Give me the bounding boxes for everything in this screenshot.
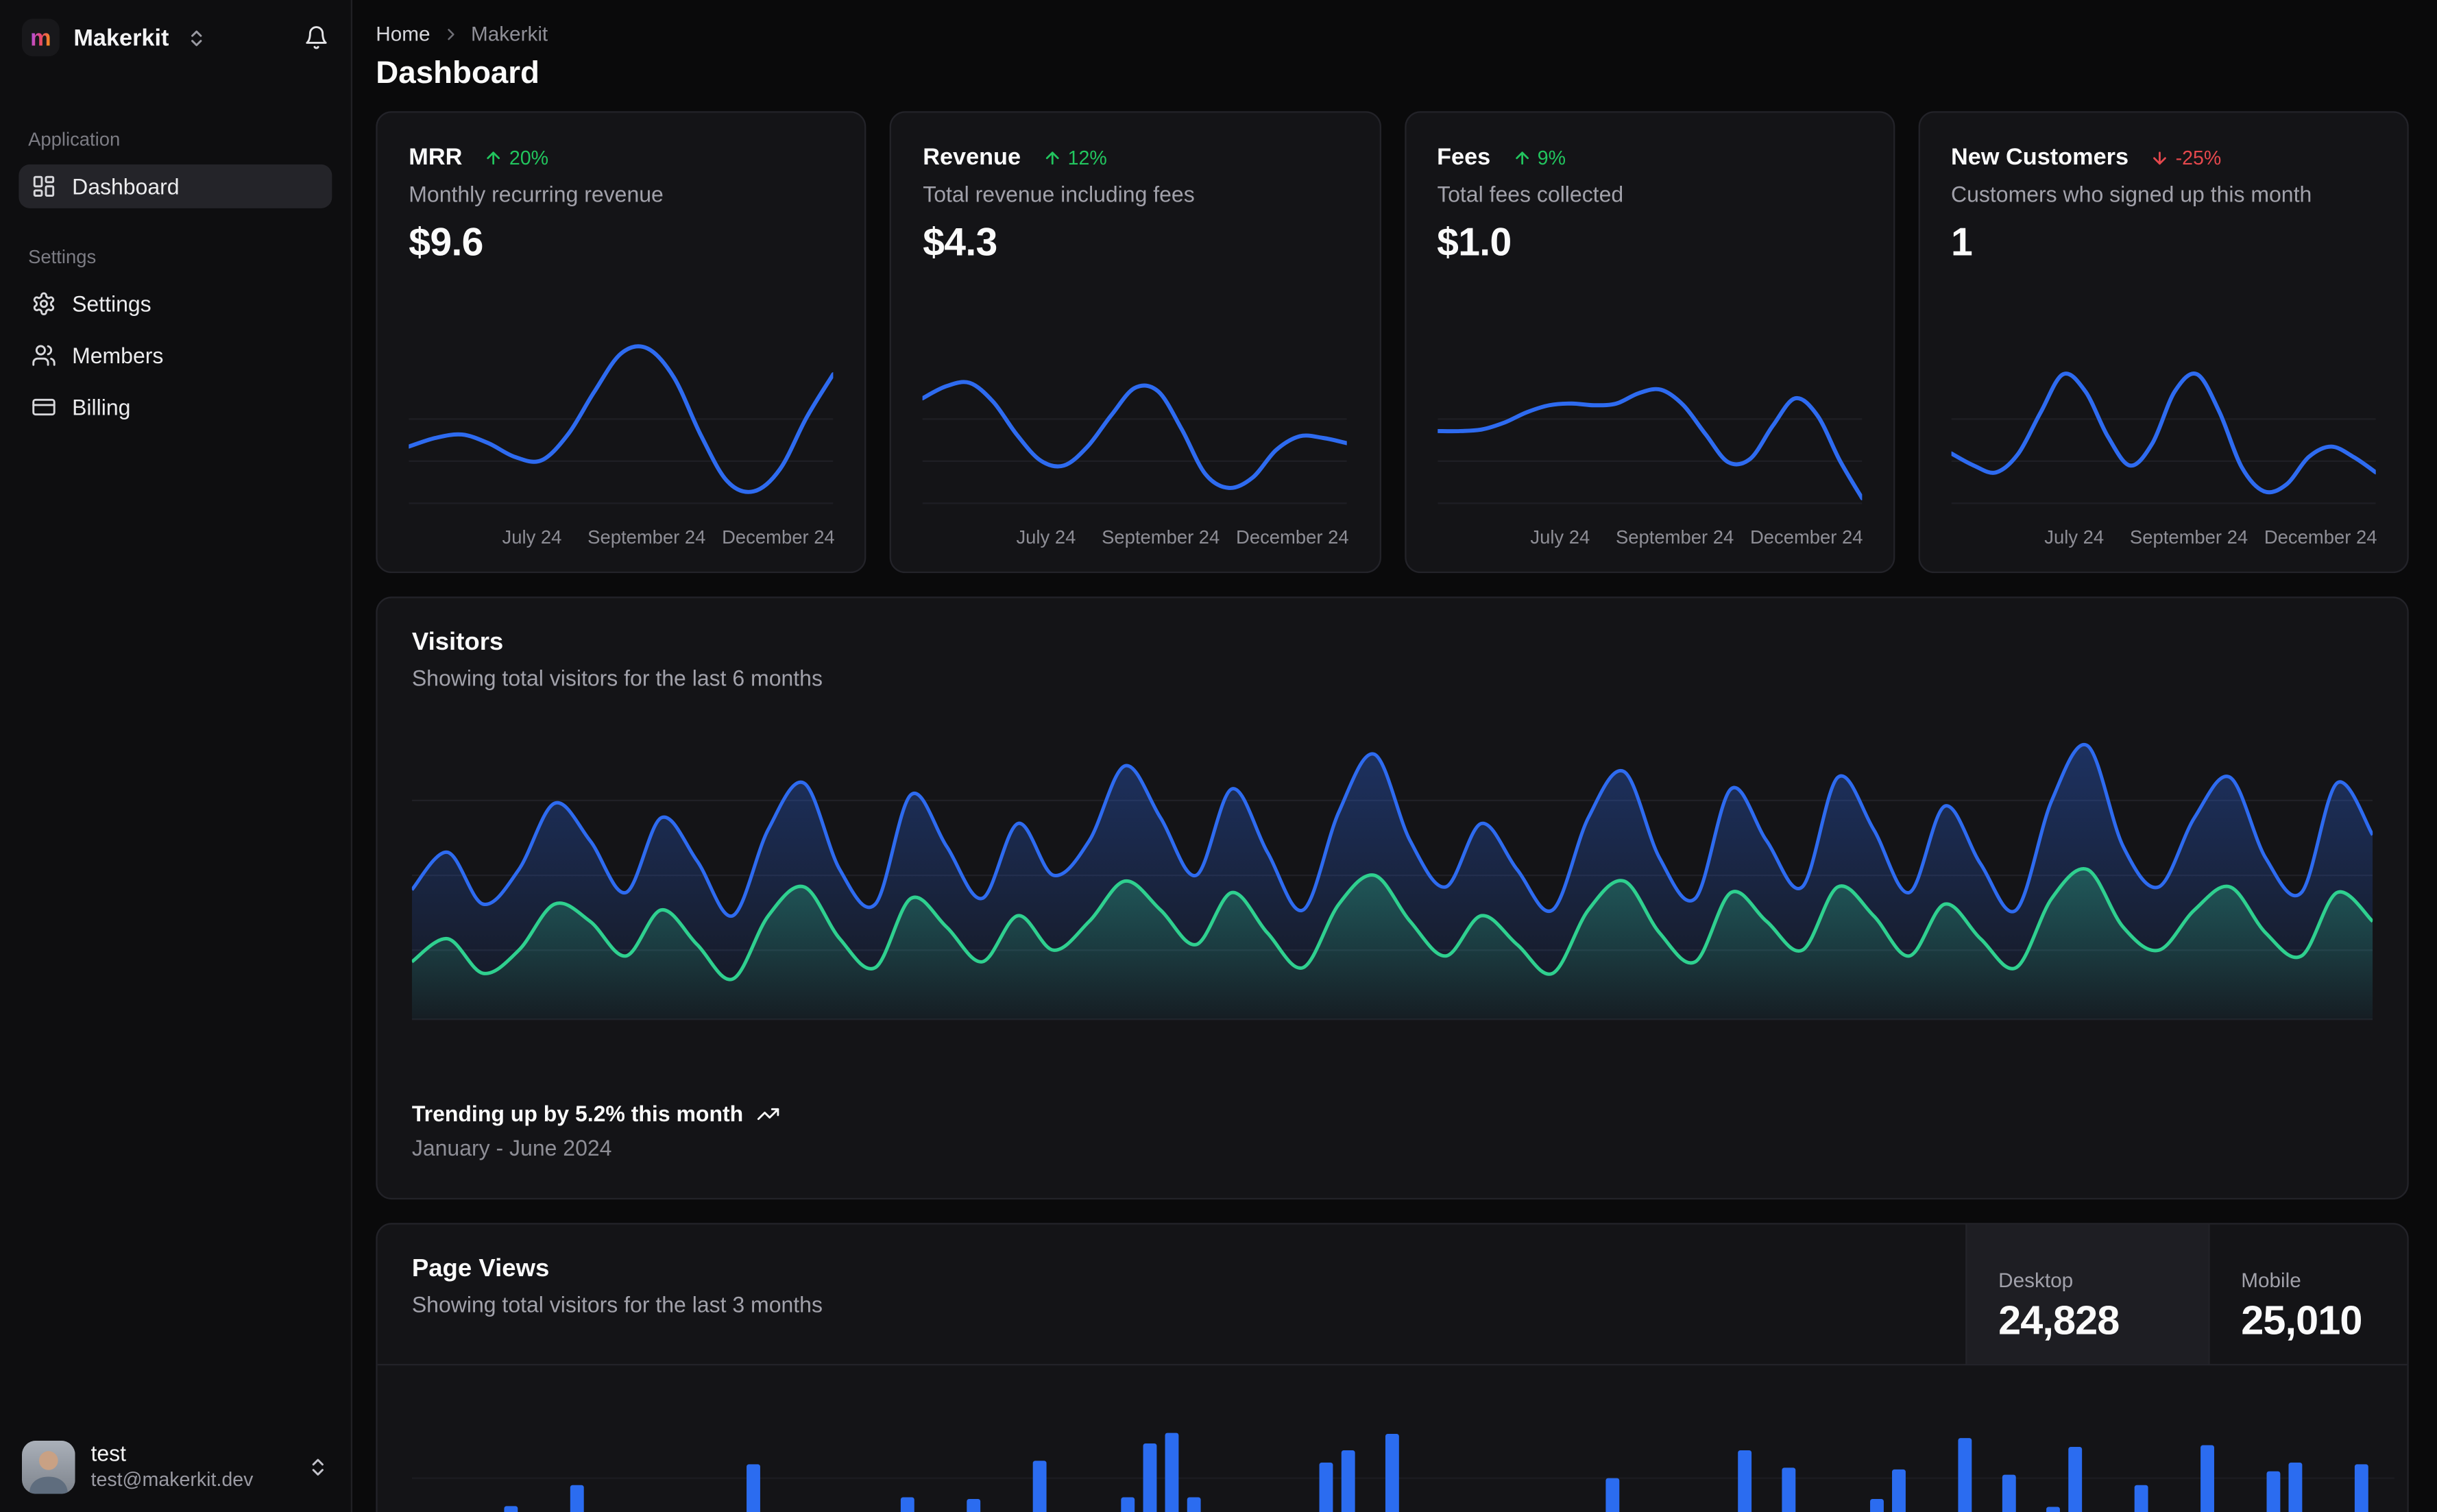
x-axis-tick: December 24: [722, 526, 835, 548]
mrr-sparkline-chart: July 24 September 24 December 24: [409, 330, 835, 550]
page-views-title: Page Views: [411, 1256, 550, 1283]
sidebar-item-dashboard[interactable]: Dashboard: [19, 164, 332, 208]
makerkit-dashboard-app: m Makerkit Application Dashboard Setting…: [0, 0, 2437, 1512]
x-axis-tick: December 24: [1749, 526, 1863, 548]
stat-value: $1.0: [1437, 221, 1512, 265]
sidebar-nav: Application Dashboard Settings Settings: [19, 128, 332, 437]
stat-description: Monthly recurring revenue: [409, 182, 664, 207]
x-axis-tick: September 24: [2129, 526, 2248, 548]
visitors-period: January - June 2024: [411, 1135, 612, 1160]
sidebar-item-settings[interactable]: Settings: [19, 282, 332, 326]
users-icon: [32, 343, 57, 368]
x-axis-tick: September 24: [587, 526, 706, 548]
stat-value: 25,010: [2241, 1295, 2362, 1343]
stat-label: Desktop: [1998, 1267, 2074, 1291]
stat-delta-badge: -25%: [2150, 147, 2221, 169]
workspace-row: m Makerkit: [19, 16, 332, 57]
sidebar-item-label: Settings: [72, 291, 151, 317]
fees-sparkline-chart: July 24 September 24 December 24: [1437, 330, 1863, 550]
user-info: test test@makerkit.dev: [91, 1441, 254, 1493]
arrow-down-icon: [2150, 148, 2169, 167]
avatar: [21, 1440, 75, 1494]
desktop-stat-toggle[interactable]: Desktop 24,828: [1965, 1224, 2209, 1364]
mobile-stat-toggle[interactable]: Mobile 25,010: [2208, 1224, 2407, 1364]
breadcrumb-home-link[interactable]: Home: [376, 22, 430, 45]
stat-delta-badge: 9%: [1512, 147, 1566, 169]
page-views-bar-chart: [411, 1385, 2395, 1512]
stat-title: MRR: [409, 144, 463, 171]
stat-value: $4.3: [923, 221, 997, 265]
arrow-up-icon: [1512, 148, 1531, 167]
x-axis-tick: July 24: [1530, 526, 1590, 548]
x-axis-tick: September 24: [1616, 526, 1734, 548]
page-views-subtitle: Showing total visitors for the last 3 mo…: [411, 1291, 823, 1317]
user-name: test: [90, 1441, 127, 1467]
stat-card-fees: Fees 9% Total fees collected $1.0 July 2…: [1404, 111, 1895, 574]
section-label: Application: [28, 128, 121, 151]
visitors-title: Visitors: [411, 629, 504, 657]
stat-value: 24,828: [1998, 1295, 2120, 1343]
revenue-sparkline-chart: July 24 September 24 December 24: [923, 330, 1349, 550]
stat-title: Fees: [1437, 144, 1491, 171]
nav-section-application: Application Dashboard: [19, 128, 332, 208]
nav-section-settings: Settings Settings Members Billing: [19, 246, 332, 429]
visitors-trend: Trending up by 5.2% this month: [412, 1101, 2373, 1126]
stat-value: $9.6: [409, 221, 483, 265]
sidebar-item-billing[interactable]: Billing: [19, 385, 332, 429]
x-axis-tick: December 24: [2264, 526, 2377, 548]
chevron-right-icon: [441, 24, 460, 42]
chevrons-up-down-icon[interactable]: [186, 27, 207, 48]
stat-card-new-customers: New Customers -25% Customers who signed …: [1918, 111, 2409, 574]
stat-label: Mobile: [2241, 1267, 2301, 1291]
trending-up-icon: [755, 1101, 779, 1125]
stat-value: 1: [1951, 221, 1973, 265]
stat-card-mrr: MRR 20% Monthly recurring revenue $9.6 J…: [376, 111, 866, 574]
page-views-card: Page Views Showing total visitors for th…: [376, 1223, 2409, 1512]
chevrons-up-down-icon: [307, 1456, 329, 1478]
breadcrumb-current: Makerkit: [470, 21, 548, 46]
bell-icon[interactable]: [304, 25, 329, 51]
x-axis-tick: July 24: [502, 526, 562, 548]
stat-description: Total revenue including fees: [923, 182, 1195, 207]
stat-description: Total fees collected: [1437, 182, 1624, 207]
arrow-up-icon: [484, 148, 502, 167]
stat-delta-badge: 12%: [1043, 147, 1107, 169]
new-customers-sparkline-chart: July 24 September 24 December 24: [1951, 330, 2377, 550]
stat-delta-badge: 20%: [484, 147, 548, 169]
sidebar: m Makerkit Application Dashboard Setting…: [0, 0, 353, 1512]
stat-title: New Customers: [1951, 144, 2129, 171]
arrow-up-icon: [1043, 148, 1061, 167]
x-axis-tick: July 24: [2044, 526, 2105, 548]
main-content: Home Makerkit Dashboard MRR 20% Monthly …: [352, 0, 2437, 1512]
visitors-subtitle: Showing total visitors for the last 6 mo…: [411, 665, 823, 691]
stat-title: Revenue: [923, 144, 1021, 171]
gear-icon: [32, 291, 57, 317]
workspace-name[interactable]: Makerkit: [73, 24, 169, 51]
credit-card-icon: [32, 395, 57, 420]
x-axis-tick: July 24: [1016, 526, 1076, 548]
section-label: Settings: [28, 245, 97, 268]
dashboard-icon: [32, 174, 57, 199]
breadcrumb: Home Makerkit: [376, 22, 2408, 45]
user-email: test@makerkit.dev: [90, 1468, 254, 1491]
user-menu[interactable]: test test@makerkit.dev: [19, 1431, 332, 1500]
page-views-header: Page Views Showing total visitors for th…: [377, 1224, 2408, 1366]
sidebar-item-label: Members: [72, 343, 164, 368]
stat-card-revenue: Revenue 12% Total revenue including fees…: [890, 111, 1381, 574]
makerkit-logo: m: [21, 19, 60, 57]
visitors-area-chart: [411, 716, 2373, 1029]
stat-description: Customers who signed up this month: [1951, 182, 2312, 207]
page-title: Dashboard: [376, 56, 539, 91]
sidebar-item-label: Billing: [72, 394, 131, 420]
visitors-card: Visitors Showing total visitors for the …: [376, 596, 2409, 1200]
sidebar-item-members[interactable]: Members: [19, 334, 332, 378]
sidebar-item-label: Dashboard: [72, 173, 180, 199]
x-axis-tick: December 24: [1236, 526, 1349, 548]
stat-cards-row: MRR 20% Monthly recurring revenue $9.6 J…: [376, 111, 2409, 574]
x-axis-tick: September 24: [1102, 526, 1220, 548]
